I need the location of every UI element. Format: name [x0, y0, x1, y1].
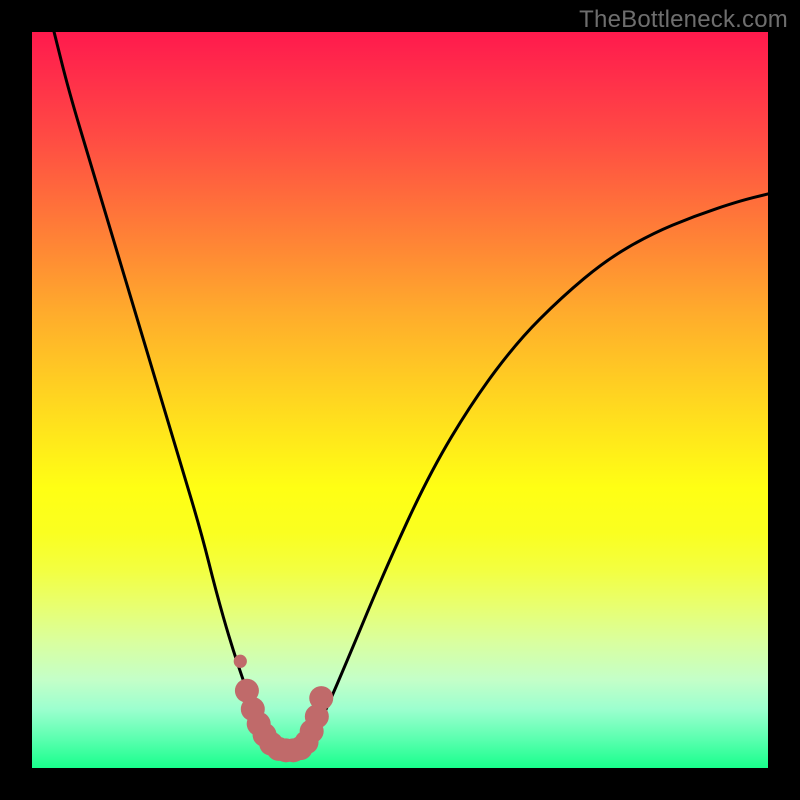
watermark-text: TheBottleneck.com	[579, 6, 788, 34]
curve-line-group	[54, 32, 768, 753]
marker-dot-isolated	[234, 655, 247, 668]
marker-dot	[309, 686, 333, 710]
chart-frame: TheBottleneck.com	[0, 0, 800, 800]
marker-dots-group	[234, 655, 334, 763]
bottleneck-curve-path	[54, 32, 768, 753]
chart-svg	[32, 32, 768, 768]
plot-area	[32, 32, 768, 768]
